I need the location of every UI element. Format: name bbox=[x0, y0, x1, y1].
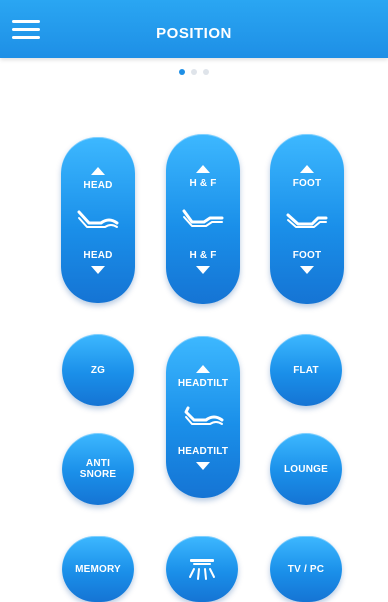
tv-pc-button[interactable]: TV / PC bbox=[270, 536, 342, 602]
anti-snore-line-1: ANTI bbox=[85, 458, 111, 469]
arrow-up-icon bbox=[196, 364, 210, 373]
page-dot-3[interactable] bbox=[203, 69, 210, 75]
memory-button[interactable]: MEMORY bbox=[62, 536, 134, 602]
page-dot-1[interactable] bbox=[178, 69, 185, 75]
headtilt-up-label: HEADTILT bbox=[177, 377, 229, 389]
memory-label: MEMORY bbox=[75, 563, 121, 575]
anti-snore-line-2: SNORE bbox=[79, 469, 117, 480]
under-bed-light-icon bbox=[189, 559, 215, 580]
arrow-down-icon bbox=[196, 265, 210, 274]
zg-label: ZG bbox=[90, 364, 106, 376]
head-foot-control: H & F H & F bbox=[166, 134, 240, 304]
arrow-down-icon bbox=[91, 265, 105, 274]
zero-gravity-button[interactable]: ZG bbox=[62, 334, 134, 406]
arrow-down-icon bbox=[196, 461, 210, 470]
lounge-label: LOUNGE bbox=[284, 463, 328, 475]
foot-control: FOOT FOOT bbox=[270, 134, 344, 304]
headtilt-down-button[interactable]: HEADTILT bbox=[166, 417, 240, 498]
page-dot-2[interactable] bbox=[191, 69, 197, 75]
hf-down-button[interactable]: H & F bbox=[166, 219, 240, 304]
tv-pc-label: TV / PC bbox=[287, 563, 325, 575]
arrow-up-icon bbox=[91, 166, 105, 175]
head-down-label: HEAD bbox=[83, 249, 113, 261]
headtilt-down-label: HEADTILT bbox=[177, 445, 229, 457]
lounge-button[interactable]: LOUNGE bbox=[270, 433, 342, 505]
anti-snore-label: ANTI SNORE bbox=[80, 458, 117, 480]
head-control: HEAD HEAD bbox=[61, 137, 135, 303]
top-bar: POSITION bbox=[0, 0, 388, 58]
page-title: POSITION bbox=[156, 25, 232, 42]
anti-snore-button[interactable]: ANTI SNORE bbox=[62, 433, 134, 505]
head-up-label: HEAD bbox=[83, 179, 113, 191]
page-indicator bbox=[0, 62, 388, 80]
foot-down-button[interactable]: FOOT bbox=[270, 219, 344, 304]
under-bed-light-button[interactable] bbox=[166, 536, 238, 602]
arrow-up-icon bbox=[300, 164, 314, 173]
foot-up-label: FOOT bbox=[292, 177, 322, 189]
arrow-down-icon bbox=[300, 265, 314, 274]
foot-down-label: FOOT bbox=[292, 249, 322, 261]
flat-button[interactable]: FLAT bbox=[270, 334, 342, 406]
head-down-button[interactable]: HEAD bbox=[61, 220, 135, 303]
hf-up-label: H & F bbox=[189, 177, 217, 189]
headtilt-control: HEADTILT HEADTILT bbox=[166, 336, 240, 498]
flat-label: FLAT bbox=[293, 364, 319, 376]
hf-down-label: H & F bbox=[189, 249, 217, 261]
arrow-up-icon bbox=[196, 164, 210, 173]
